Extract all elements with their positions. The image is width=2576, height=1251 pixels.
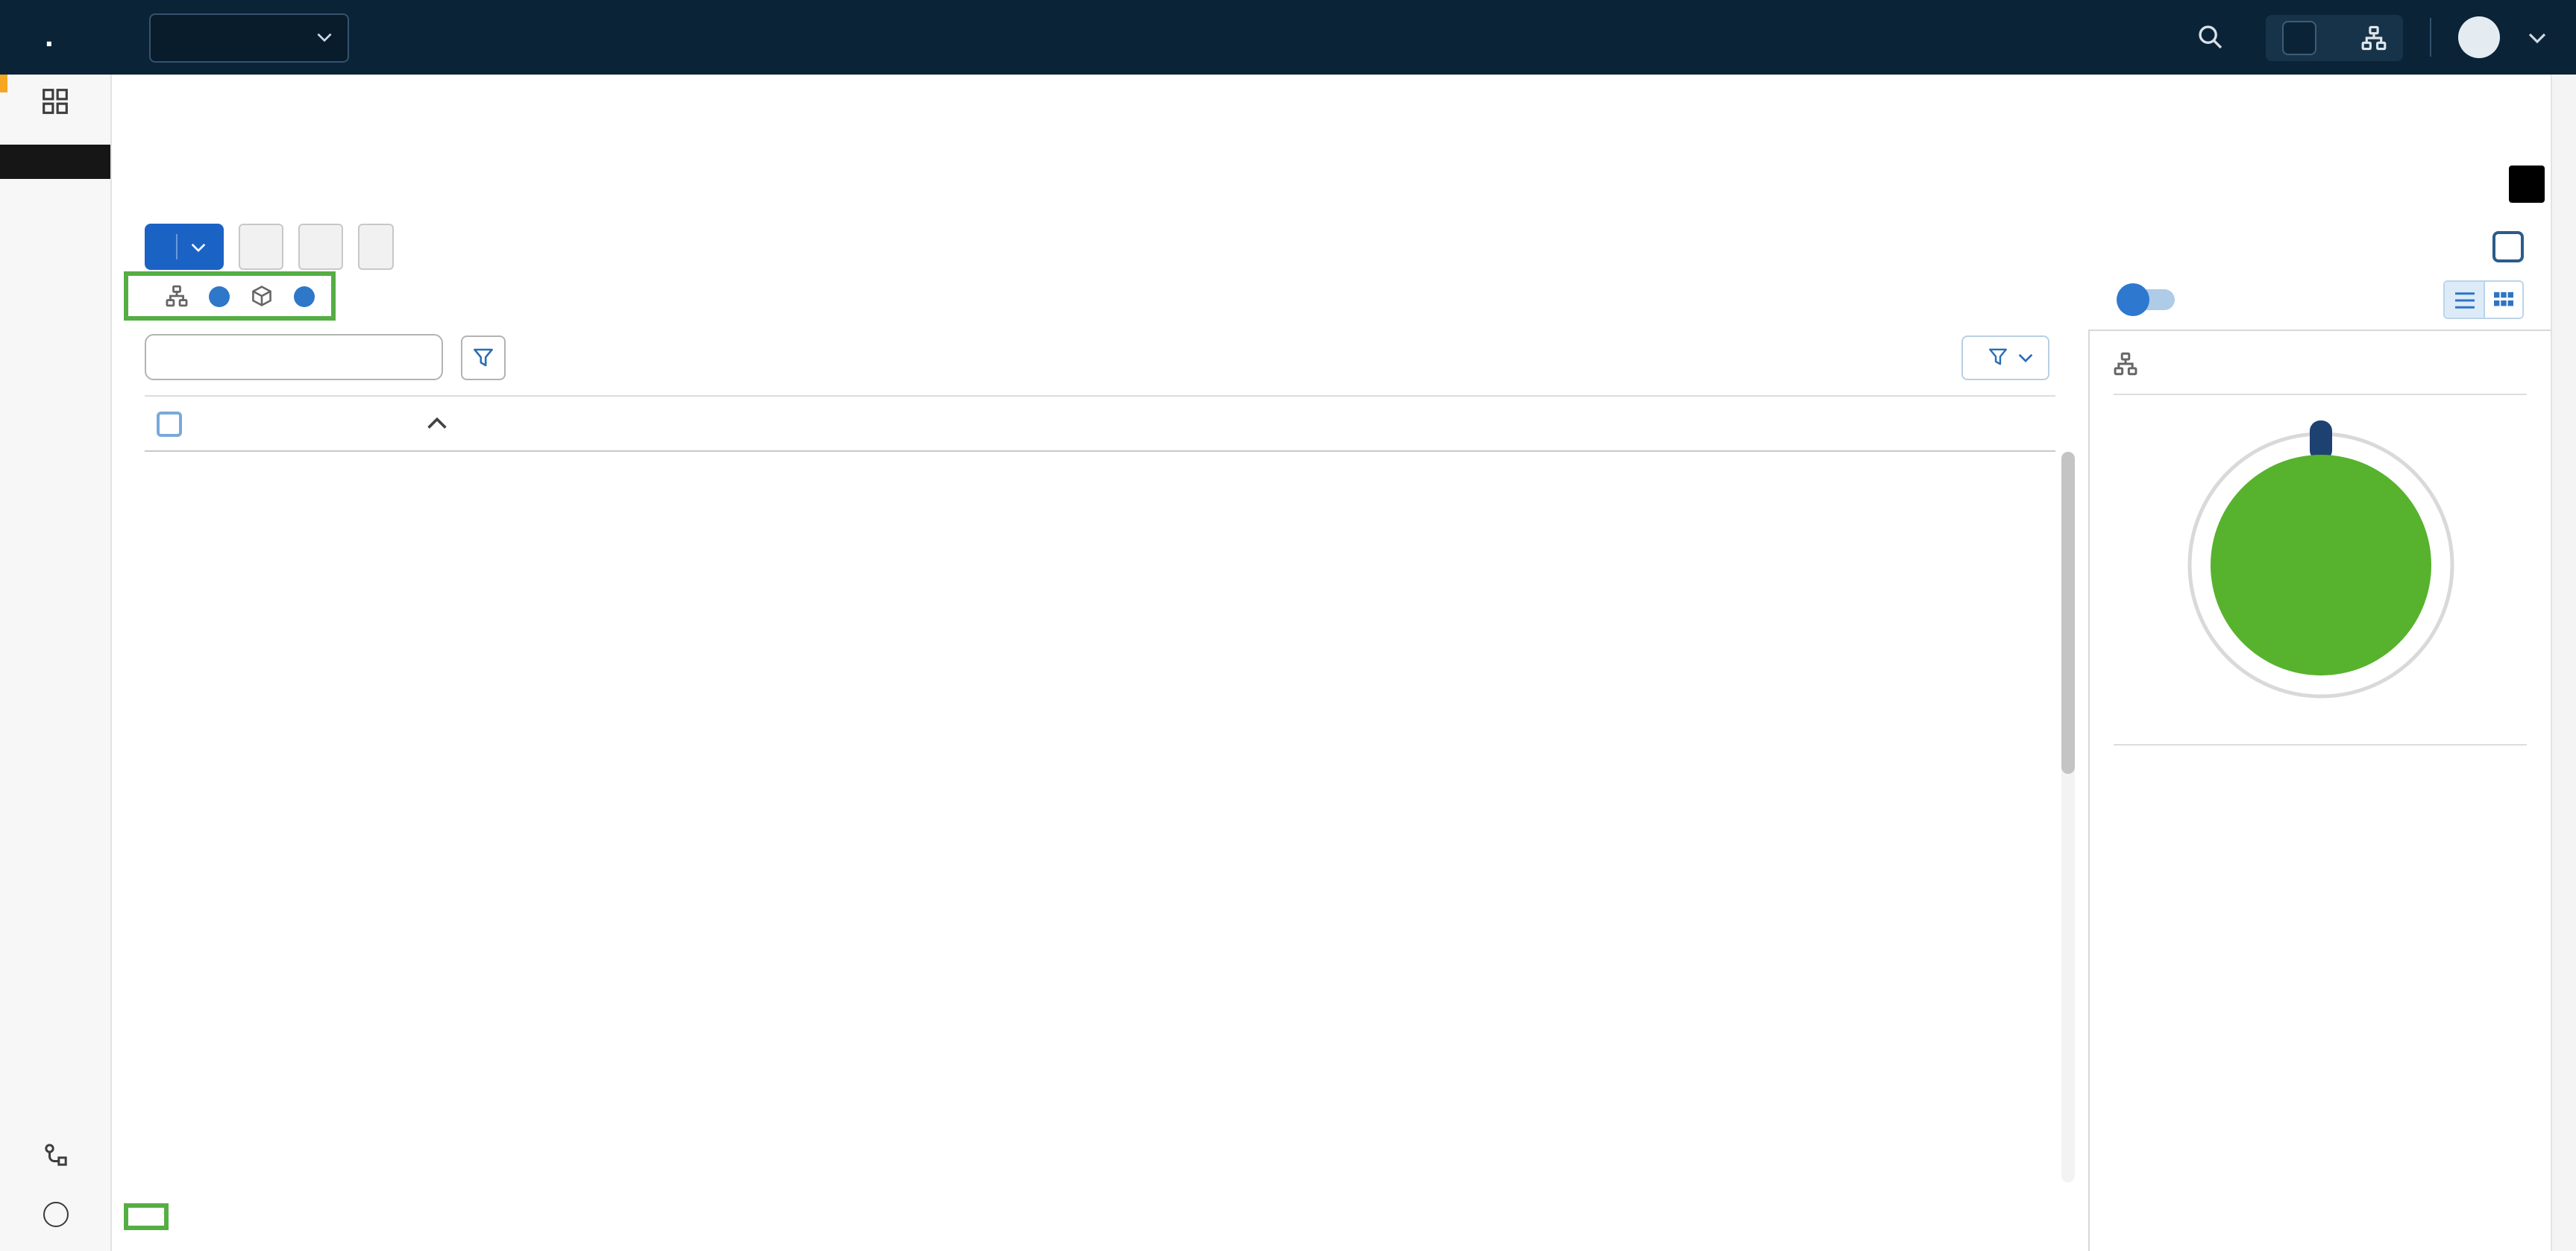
- utilization-donut: [2171, 416, 2469, 714]
- subnet-icon: [2114, 352, 2137, 376]
- sitemap-icon[interactable]: [2361, 25, 2387, 50]
- table-section: [112, 224, 2088, 1251]
- funnel-icon: [473, 347, 494, 368]
- toolbar: [145, 224, 2088, 270]
- sidebar-item-monitor[interactable]: [0, 75, 110, 136]
- global-dhcp-configuration-button[interactable]: [2509, 166, 2545, 203]
- sidebar: [0, 75, 112, 1251]
- subnet-table: [145, 395, 2055, 1182]
- search-row: [145, 334, 2055, 380]
- funnel-icon: [1988, 347, 2008, 367]
- sidebar-item-guidance[interactable]: [0, 1129, 110, 1188]
- column-header-address[interactable]: [246, 417, 471, 429]
- table-footer: [145, 1182, 2088, 1251]
- view-options-row: [2088, 270, 2551, 330]
- breadcrumb: [145, 104, 2551, 127]
- table-scrollbar: [2061, 452, 2075, 1182]
- filter-button[interactable]: [461, 335, 506, 379]
- table-header: [145, 395, 2055, 452]
- chevron-down-icon: [2018, 353, 2033, 362]
- grid-view-button[interactable]: [2484, 282, 2522, 318]
- page-scrollbar[interactable]: [2551, 75, 2576, 1251]
- detail-panel: [2088, 330, 2551, 1251]
- detail-column: [2088, 224, 2551, 1251]
- chevron-down-icon: [316, 33, 333, 42]
- chevron-down-icon: [191, 242, 206, 251]
- topbar-divider: [2430, 18, 2431, 57]
- sidebar-item-help[interactable]: [0, 1188, 110, 1248]
- monitor-grid-icon: [42, 88, 69, 115]
- ip-space-breadcrumb: [124, 271, 336, 321]
- list-view-icon: [2453, 290, 2475, 309]
- view-switcher: [2443, 280, 2524, 319]
- list-view-button[interactable]: [2445, 282, 2484, 318]
- table-body: [145, 452, 2055, 1182]
- guidance-route-icon: [43, 1142, 68, 1168]
- table-scrollbar-thumb[interactable]: [2061, 452, 2075, 774]
- app-window: [0, 0, 2576, 1251]
- flat-view-toggle[interactable]: [2118, 289, 2175, 310]
- sidebar-item-configure[interactable]: [0, 145, 110, 179]
- subnet-dropdown-icon[interactable]: [294, 286, 315, 306]
- topbar-icon-group: [2266, 14, 2403, 60]
- user-chevron-down-icon[interactable]: [2528, 32, 2546, 42]
- sort-ascending-icon[interactable]: [427, 417, 447, 429]
- search-icon[interactable]: [2197, 24, 2224, 51]
- accent-mark: [0, 75, 7, 92]
- move-to-recycle-bin-button[interactable]: [298, 224, 343, 270]
- infoblox-logo: [45, 19, 54, 55]
- app-switcher-dropdown[interactable]: [149, 13, 349, 62]
- ip-space-icon: [166, 285, 188, 307]
- saved-filters-dropdown[interactable]: [1961, 335, 2049, 379]
- subnet-cube-icon: [251, 285, 273, 307]
- entries-count: [124, 1203, 169, 1230]
- space-dropdown-icon[interactable]: [209, 286, 230, 306]
- topbar: [0, 0, 2576, 75]
- select-all-checkbox[interactable]: [157, 411, 182, 436]
- help-icon: [43, 1202, 68, 1227]
- info-button[interactable]: [2492, 231, 2524, 262]
- search-input[interactable]: [145, 334, 443, 380]
- grid-view-icon: [2492, 290, 2515, 309]
- edit-button[interactable]: [239, 224, 283, 270]
- main-content: [112, 75, 2551, 1251]
- counter-badge[interactable]: [2282, 20, 2316, 54]
- avatar[interactable]: [2458, 16, 2500, 58]
- more-actions-button[interactable]: [358, 224, 394, 270]
- create-button[interactable]: [145, 224, 224, 270]
